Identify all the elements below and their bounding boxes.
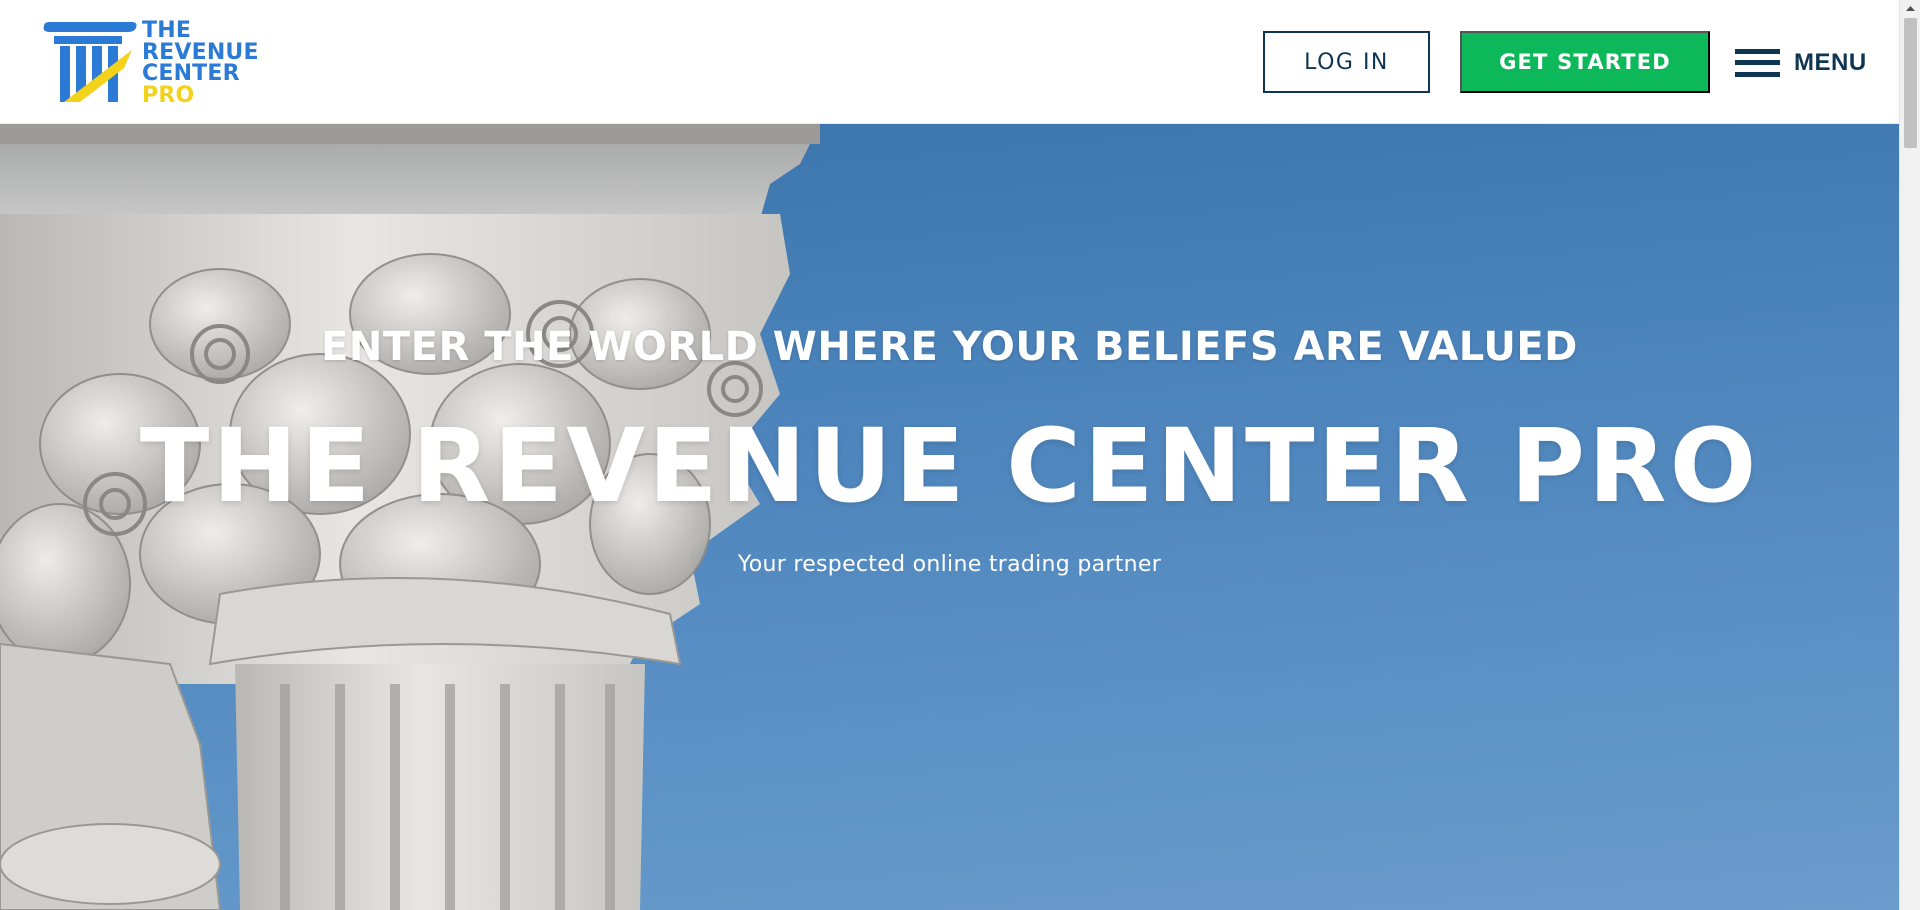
menu-label: MENU: [1794, 49, 1867, 76]
page: ENTER THE WORLD WHERE YOUR BELIEFS ARE V…: [0, 0, 1920, 910]
logo-wordmark: THE REVENUE CENTER PRO: [142, 20, 259, 106]
menu-toggle[interactable]: MENU: [1735, 46, 1867, 80]
login-button[interactable]: LOG IN: [1263, 31, 1430, 93]
logo-line: THE: [142, 18, 192, 43]
logo-column-icon: [43, 22, 137, 102]
hero-title: THE REVENUE CENTER PRO: [139, 407, 1760, 526]
logo-line: REVENUE: [142, 39, 259, 65]
hamburger-icon: [1735, 48, 1780, 78]
scrollbar-thumb[interactable]: [1904, 18, 1917, 148]
scroll-up-arrow-icon[interactable]: [1900, 0, 1920, 17]
hero-subtitle: Your respected online trading partner: [737, 552, 1162, 577]
viewport: ENTER THE WORLD WHERE YOUR BELIEFS ARE V…: [0, 0, 1899, 910]
get-started-button[interactable]: GET STARTED: [1460, 31, 1710, 93]
site-logo[interactable]: THE REVENUE CENTER PRO: [40, 20, 270, 106]
logo-line: PRO: [142, 82, 195, 108]
vertical-scrollbar[interactable]: [1899, 0, 1920, 910]
hero-content: ENTER THE WORLD WHERE YOUR BELIEFS ARE V…: [0, 124, 1899, 910]
logo-line: CENTER: [142, 61, 240, 86]
site-header: THE REVENUE CENTER PRO LOG IN GET STARTE…: [0, 0, 1899, 124]
hero-section: ENTER THE WORLD WHERE YOUR BELIEFS ARE V…: [0, 124, 1899, 910]
hero-kicker: ENTER THE WORLD WHERE YOUR BELIEFS ARE V…: [321, 324, 1578, 370]
